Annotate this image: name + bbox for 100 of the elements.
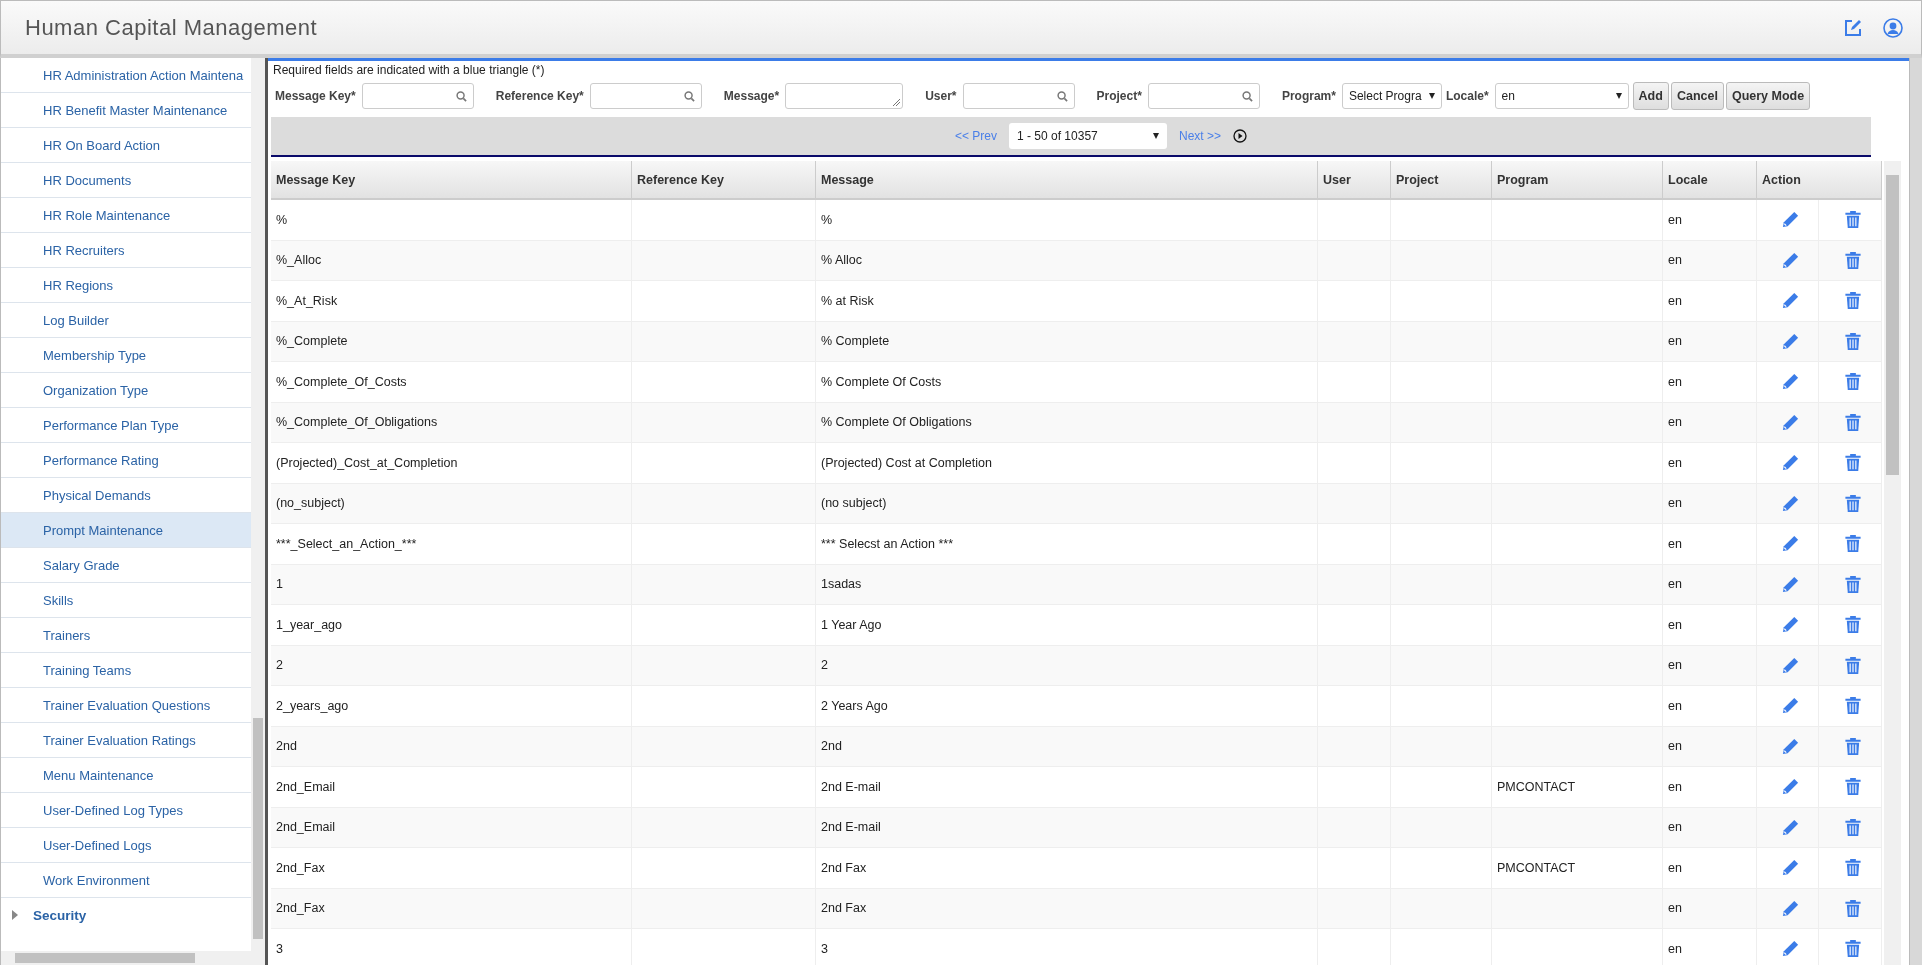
table-cell: 2nd_Email (276, 820, 336, 835)
trash-icon[interactable] (1844, 777, 1861, 797)
trash-icon[interactable] (1844, 858, 1861, 878)
field-label: Message* (723, 89, 780, 103)
trash-icon[interactable] (1844, 250, 1861, 270)
scrollbar[interactable] (1, 951, 265, 965)
scrollbar[interactable] (251, 58, 265, 951)
edit-icon[interactable] (1843, 17, 1863, 38)
column-header[interactable]: Reference Key (632, 161, 816, 198)
table-cell: en (1668, 496, 1682, 511)
pencil-icon[interactable] (1780, 655, 1800, 675)
trash-icon[interactable] (1844, 574, 1861, 594)
table-cell: en (1668, 253, 1682, 268)
table-cell: 2nd E-mail (821, 820, 881, 835)
table-cell: 2_years_ago (276, 698, 349, 713)
trash-icon[interactable] (1844, 291, 1861, 311)
caret-icon (11, 910, 19, 920)
trash-icon[interactable] (1844, 655, 1861, 675)
pencil-icon[interactable] (1780, 939, 1800, 959)
pencil-icon[interactable] (1780, 817, 1800, 837)
table-cell: (Projected) Cost at Completion (821, 455, 992, 470)
table-cell: en (1668, 374, 1682, 389)
page-range-dropdown[interactable]: 1 - 50 of 10357 (1009, 123, 1167, 149)
pencil-icon[interactable] (1780, 250, 1800, 270)
search-icon (683, 90, 695, 102)
table-cell: en (1668, 415, 1682, 430)
required-note: Required fields are indicated with a blue triangle (*) (272, 62, 546, 79)
table-cell: 2nd Fax (821, 860, 867, 875)
table-cell: 1_year_ago (276, 617, 343, 632)
table-cell: %_At_Risk (276, 293, 338, 308)
table-cell: (no_subject) (276, 496, 345, 511)
pencil-icon[interactable] (1780, 210, 1800, 230)
trash-icon[interactable] (1844, 372, 1861, 392)
table-cell: *** Selecst an Action *** (821, 536, 954, 551)
column-header[interactable]: User (1318, 161, 1391, 198)
pencil-icon[interactable] (1780, 898, 1800, 918)
pencil-icon[interactable] (1780, 777, 1800, 797)
pencil-icon[interactable] (1780, 574, 1800, 594)
field-label: Message Key* (275, 89, 356, 103)
table-cell: en (1668, 293, 1682, 308)
dropdown[interactable]: en (1494, 83, 1629, 109)
trash-icon[interactable] (1844, 210, 1861, 230)
table-cell: (no subject) (821, 496, 887, 511)
table-cell: 2nd (821, 739, 842, 754)
trash-icon[interactable] (1844, 736, 1861, 756)
search-field[interactable] (962, 83, 1075, 109)
trash-icon[interactable] (1844, 493, 1861, 513)
table-cell: PMCONTACT (1497, 779, 1576, 794)
table-cell: 2nd_Fax (276, 901, 325, 916)
trash-icon[interactable] (1844, 412, 1861, 432)
pencil-icon[interactable] (1780, 331, 1800, 351)
sidebar-group[interactable]: Security (1, 898, 251, 932)
table-cell: % Complete (821, 334, 890, 349)
trash-icon[interactable] (1844, 817, 1861, 837)
pencil-icon[interactable] (1780, 372, 1800, 392)
table-cell: en (1668, 739, 1682, 754)
trash-icon[interactable] (1844, 331, 1861, 351)
table-cell: en (1668, 536, 1682, 551)
trash-icon[interactable] (1844, 696, 1861, 716)
sidebar-item[interactable]: Prompt Maintenance (1, 513, 251, 548)
form-button[interactable]: Cancel (1670, 82, 1724, 110)
pencil-icon[interactable] (1780, 291, 1800, 311)
trash-icon[interactable] (1844, 534, 1861, 554)
trash-icon[interactable] (1844, 898, 1861, 918)
search-field[interactable] (589, 83, 702, 109)
pencil-icon[interactable] (1780, 493, 1800, 513)
column-header[interactable]: Project (1391, 161, 1492, 198)
column-header[interactable]: Program (1492, 161, 1663, 198)
pencil-icon[interactable] (1780, 615, 1800, 635)
trash-icon[interactable] (1844, 615, 1861, 635)
play-icon[interactable] (1233, 129, 1248, 143)
column-header[interactable]: Action (1757, 161, 1882, 198)
table-cell: 2nd (276, 739, 297, 754)
search-icon (1241, 90, 1253, 102)
user-icon[interactable] (1883, 17, 1903, 38)
app-title: Human Capital Management (25, 14, 318, 41)
table-cell: 1 Year Ago (821, 617, 882, 632)
pencil-icon[interactable] (1780, 858, 1800, 878)
pencil-icon[interactable] (1780, 534, 1800, 554)
table-cell: %_Alloc (276, 253, 322, 268)
pencil-icon[interactable] (1780, 696, 1800, 716)
form-button[interactable]: Add (1632, 82, 1669, 110)
column-header[interactable]: Message (816, 161, 1318, 198)
table-cell: (Projected)_Cost_at_Completion (276, 455, 458, 470)
scrollbar[interactable] (1884, 161, 1901, 965)
pencil-icon[interactable] (1780, 736, 1800, 756)
trash-icon[interactable] (1844, 453, 1861, 473)
table-cell: en (1668, 820, 1682, 835)
table-cell: en (1668, 698, 1682, 713)
trash-icon[interactable] (1844, 939, 1861, 959)
table-cell: 3 (276, 941, 283, 956)
search-field[interactable] (1147, 83, 1260, 109)
column-header[interactable]: Locale (1663, 161, 1757, 198)
dropdown[interactable]: Select Progra (1341, 83, 1442, 109)
column-header[interactable]: Message Key (271, 161, 632, 198)
pencil-icon[interactable] (1780, 412, 1800, 432)
search-field[interactable] (361, 83, 474, 109)
pencil-icon[interactable] (1780, 453, 1800, 473)
table-cell: % at Risk (821, 293, 874, 308)
form-button[interactable]: Query Mode (1725, 82, 1811, 110)
